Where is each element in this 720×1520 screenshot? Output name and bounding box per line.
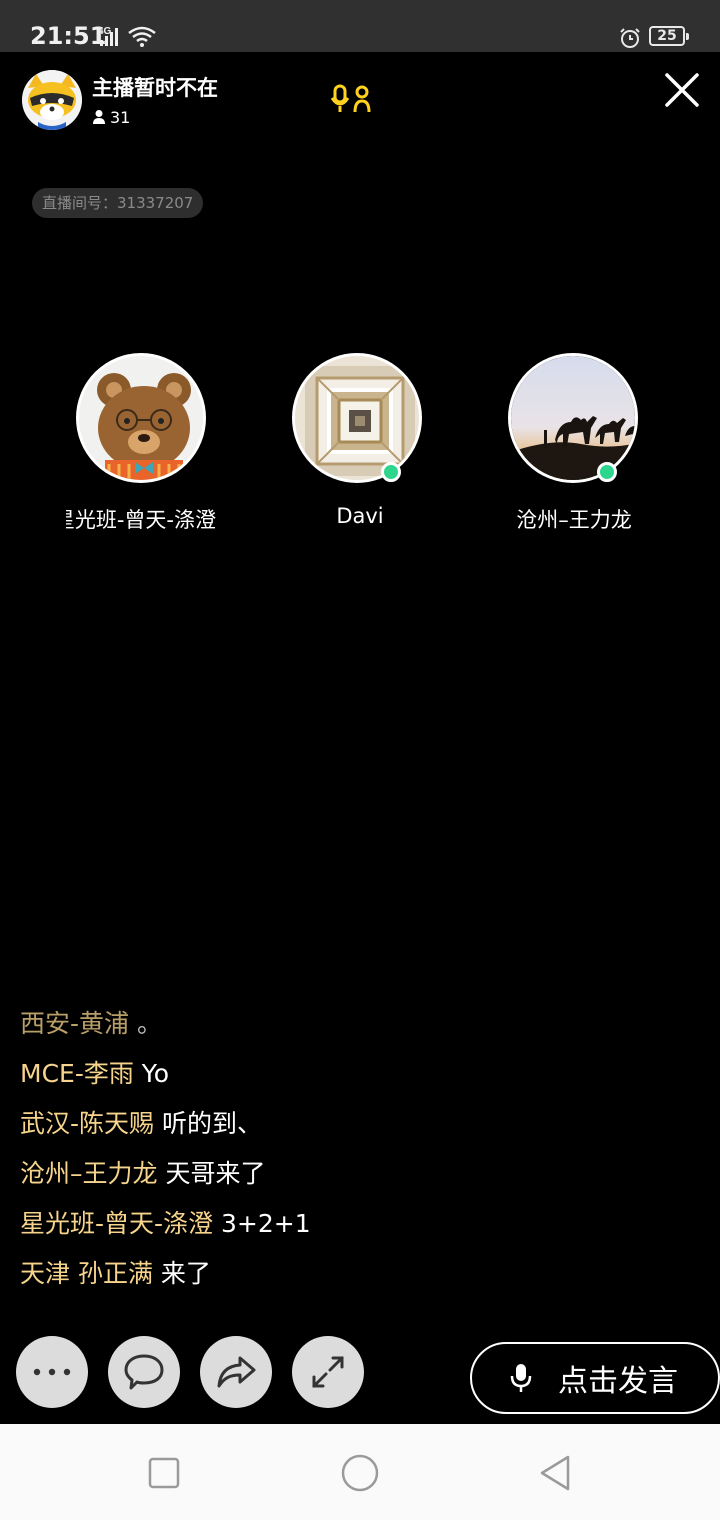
speak-button-label: 点击发言 <box>558 1364 678 1399</box>
chat-username[interactable]: 星光班-曾天-涤澄 <box>20 1209 213 1238</box>
fullscreen-icon <box>312 1356 344 1388</box>
guest-name-2: Davi <box>336 504 384 528</box>
signal-icon: 4G <box>98 26 156 47</box>
guest-name-1: 星光班-曾天-涤澄 <box>66 508 216 532</box>
comment-button[interactable] <box>108 1336 180 1408</box>
more-button[interactable] <box>16 1336 88 1408</box>
chat-username[interactable]: 武汉-陈天赐 <box>20 1109 154 1138</box>
chat-message: MCE-李雨 Yo <box>20 1054 460 1104</box>
mic-people-icon[interactable] <box>330 84 374 114</box>
room-id-badge: 直播间号：31337207 <box>32 188 204 218</box>
chat-message: 星光班-曾天-涤澄 3+2+1 <box>20 1204 460 1254</box>
share-icon <box>217 1356 256 1388</box>
share-button[interactable] <box>200 1336 272 1408</box>
fullscreen-button[interactable] <box>292 1336 364 1408</box>
online-status-dot <box>597 462 617 482</box>
chat-text: Yo <box>141 1059 170 1088</box>
guest-avatar-3[interactable] <box>508 353 638 483</box>
chat-list: 西安-黄浦 。 MCE-李雨 Yo 武汉-陈天赐 听的到、 沧州–王力龙 天哥来… <box>20 1004 460 1304</box>
stairwell-avatar-icon <box>295 356 419 480</box>
close-icon[interactable] <box>660 68 704 112</box>
chat-overflow-fade <box>20 1303 250 1313</box>
back-icon[interactable] <box>536 1453 576 1493</box>
chat-text: 来了 <box>160 1259 211 1288</box>
speak-button[interactable]: 点击发言 <box>470 1342 720 1414</box>
person-icon <box>93 110 105 124</box>
status-bar: 21:51 4G 25 <box>0 0 720 52</box>
chat-text: 听的到、 <box>161 1109 262 1138</box>
bear-avatar-icon <box>79 356 203 480</box>
chat-text: 天哥来了 <box>165 1159 266 1188</box>
chat-text: 3+2+1 <box>221 1209 311 1238</box>
more-icon <box>33 1368 71 1376</box>
host-status-title: 主播暂时不在 <box>92 76 218 100</box>
viewer-count-row: 31 <box>92 106 130 128</box>
guest-name-3: 沧州–王力龙 <box>516 508 632 532</box>
raccoon-avatar-icon <box>22 70 82 130</box>
battery-icon: 25 <box>649 26 689 46</box>
home-icon[interactable] <box>340 1453 380 1493</box>
online-status-dot <box>381 462 401 482</box>
svg-text:4G: 4G <box>98 26 112 37</box>
status-time: 21:51 <box>30 22 107 50</box>
system-nav-bar <box>0 1424 720 1520</box>
alarm-icon <box>620 28 640 48</box>
guest-avatar-1[interactable] <box>76 353 206 483</box>
chat-username[interactable]: 沧州–王力龙 <box>20 1159 158 1188</box>
chat-message: 西安-黄浦 。 <box>20 1004 460 1054</box>
chat-message: 沧州–王力龙 天哥来了 <box>20 1154 460 1204</box>
chat-username[interactable]: 天津 孙正满 <box>20 1259 153 1288</box>
desert-camels-avatar-icon <box>511 356 635 480</box>
guest-avatar-2[interactable] <box>292 353 422 483</box>
chat-username[interactable]: 西安-黄浦 <box>20 1009 129 1038</box>
chat-message: 武汉-陈天赐 听的到、 <box>20 1104 460 1154</box>
chat-username[interactable]: MCE-李雨 <box>20 1059 134 1088</box>
viewer-count: 31 <box>110 107 131 127</box>
host-avatar[interactable] <box>22 70 82 130</box>
microphone-icon <box>510 1364 532 1392</box>
comment-icon <box>124 1354 164 1390</box>
chat-message: 天津 孙正满 来了 <box>20 1254 460 1304</box>
recents-icon[interactable] <box>144 1453 184 1493</box>
chat-text: 。 <box>136 1009 162 1038</box>
